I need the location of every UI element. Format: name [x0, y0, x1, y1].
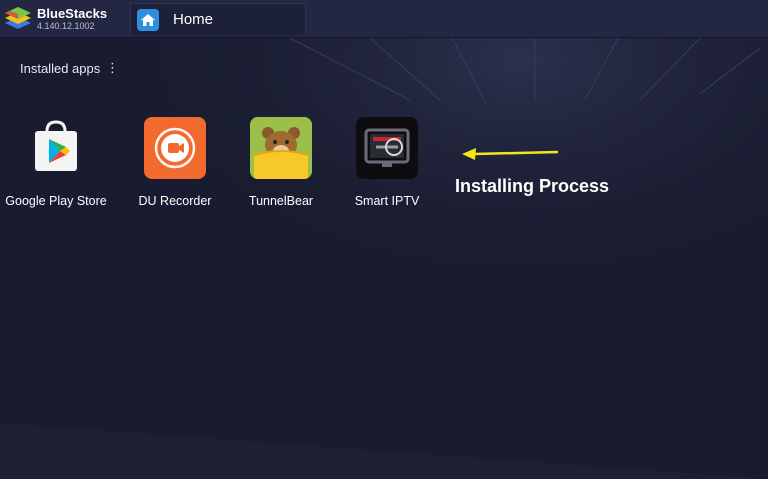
perspective-background — [0, 38, 768, 479]
google-play-icon — [25, 117, 87, 179]
app-label: DU Recorder — [138, 194, 212, 208]
app-label: TunnelBear — [248, 194, 314, 208]
app-name: BlueStacks — [37, 6, 108, 21]
app-tunnelbear[interactable]: TunnelBear — [225, 117, 335, 217]
app-version: 4.140.12.1002 — [37, 21, 95, 31]
app-label: Google Play Store — [5, 194, 107, 208]
app-smart-iptv[interactable]: Smart IPTV — [331, 117, 441, 217]
yellow-arrow-icon — [462, 148, 559, 160]
tab-home[interactable]: Home — [130, 3, 306, 35]
installed-apps-heading: Installed apps — [20, 61, 101, 76]
annotation-text: Installing Process — [455, 176, 610, 196]
title-bar: BlueStacks 4.140.12.1002 Home — [0, 0, 768, 38]
app-google-play-store[interactable]: Google Play Store — [0, 117, 110, 217]
bluestacks-layers-icon — [5, 7, 31, 29]
du-recorder-icon — [144, 117, 206, 179]
more-options-icon[interactable]: ⋮ — [106, 61, 119, 75]
app-label: Smart IPTV — [354, 194, 420, 208]
home-icon — [137, 9, 159, 31]
tunnelbear-icon — [250, 117, 312, 179]
smart-iptv-icon — [356, 117, 418, 179]
bluestacks-logo[interactable]: BlueStacks 4.140.12.1002 — [3, 4, 123, 34]
home-screen-background — [0, 38, 768, 479]
app-du-recorder[interactable]: DU Recorder — [119, 117, 229, 217]
tab-home-label: Home — [173, 11, 214, 28]
